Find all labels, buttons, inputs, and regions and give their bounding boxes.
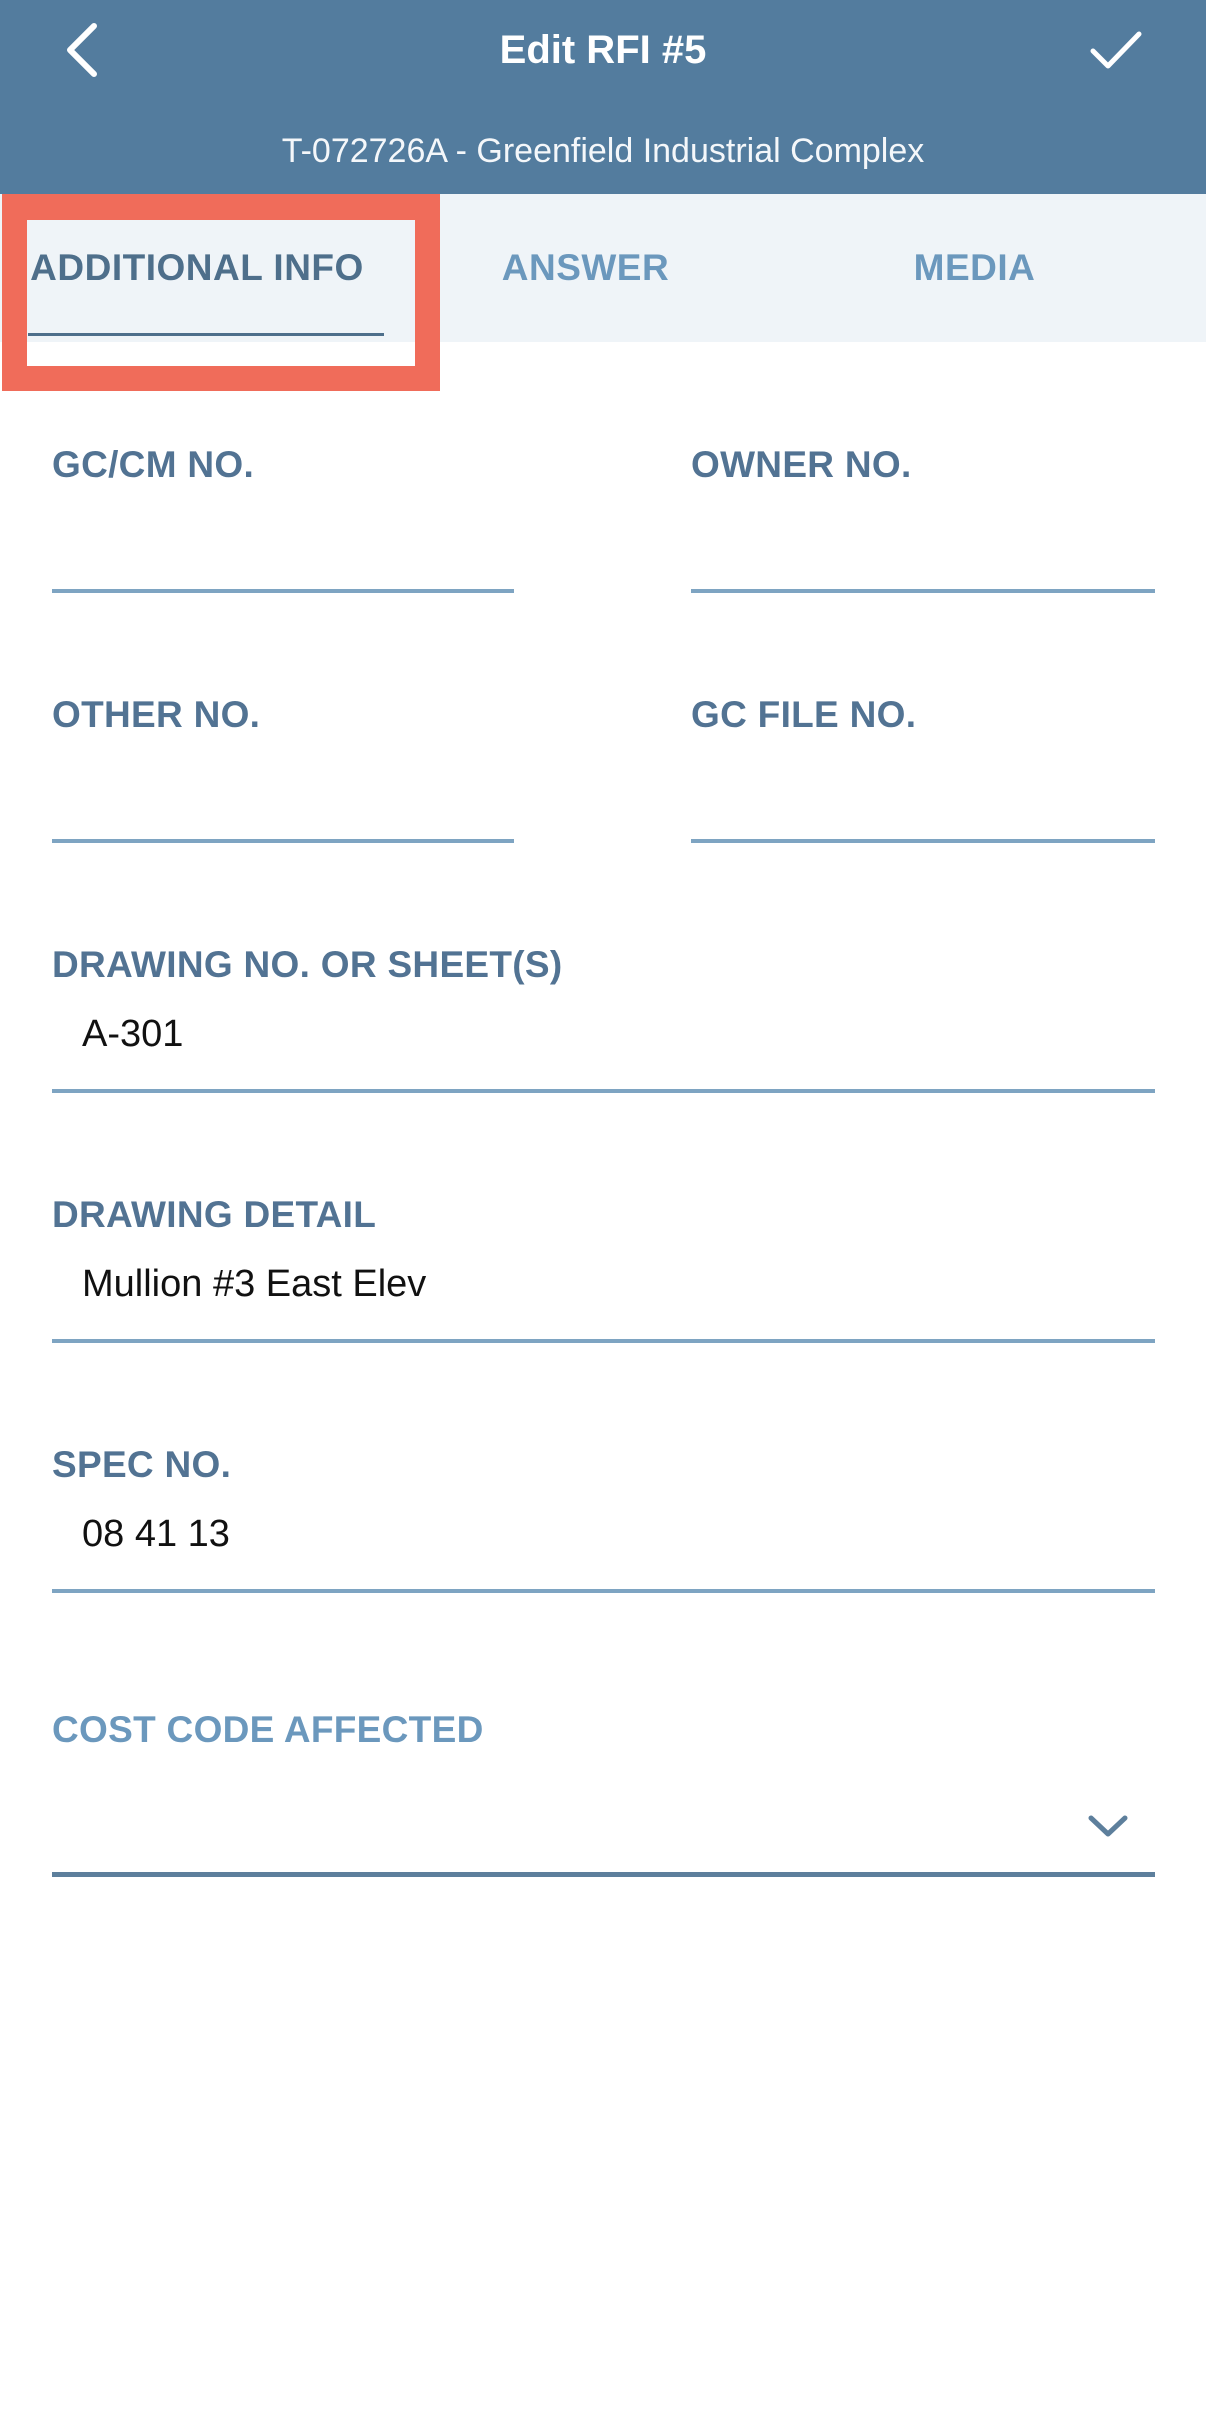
drawing-no-label: DRAWING NO. OR SHEET(S)	[52, 944, 563, 985]
owner-no-underline	[691, 589, 1155, 593]
checkmark-icon	[1090, 31, 1142, 69]
nav-header: Edit RFI #5 T-072726A - Greenfield Indus…	[0, 0, 1206, 194]
cost-code-label: COST CODE AFFECTED	[52, 1709, 484, 1750]
chevron-down-icon	[1088, 1815, 1128, 1837]
spec-no-label: SPEC NO.	[52, 1444, 232, 1485]
drawing-detail-label: DRAWING DETAIL	[52, 1194, 377, 1235]
owner-no-label: OWNER NO.	[691, 444, 912, 485]
spec-no-input[interactable]: 08 41 13	[82, 1509, 230, 1559]
tab-answer[interactable]: ANSWER	[394, 194, 777, 342]
gc-file-no-underline	[691, 839, 1155, 843]
cost-code-dropdown-button[interactable]	[1084, 1808, 1132, 1844]
spec-no-underline	[52, 1589, 1155, 1593]
tab-media[interactable]: MEDIA	[777, 194, 1172, 342]
gc-cm-no-label: GC/CM NO.	[52, 444, 255, 485]
gc-cm-no-underline	[52, 589, 514, 593]
tab-bar: ADDITIONAL INFO ANSWER MEDIA	[0, 194, 1206, 342]
other-no-label: OTHER NO.	[52, 694, 261, 735]
page-title: Edit RFI #5	[499, 28, 707, 72]
other-no-underline	[52, 839, 514, 843]
active-tab-indicator	[28, 333, 384, 336]
cost-code-underline	[52, 1872, 1155, 1877]
save-button[interactable]	[1076, 18, 1156, 82]
edit-rfi-screen: Edit RFI #5 T-072726A - Greenfield Indus…	[0, 0, 1206, 2436]
drawing-detail-underline	[52, 1339, 1155, 1343]
drawing-detail-input[interactable]: Mullion #3 East Elev	[82, 1259, 426, 1309]
drawing-no-underline	[52, 1089, 1155, 1093]
tab-additional-info[interactable]: ADDITIONAL INFO	[0, 194, 394, 342]
gc-file-no-label: GC FILE NO.	[691, 694, 917, 735]
project-subtitle: T-072726A - Greenfield Industrial Comple…	[281, 132, 925, 170]
drawing-no-input[interactable]: A-301	[82, 1009, 183, 1059]
